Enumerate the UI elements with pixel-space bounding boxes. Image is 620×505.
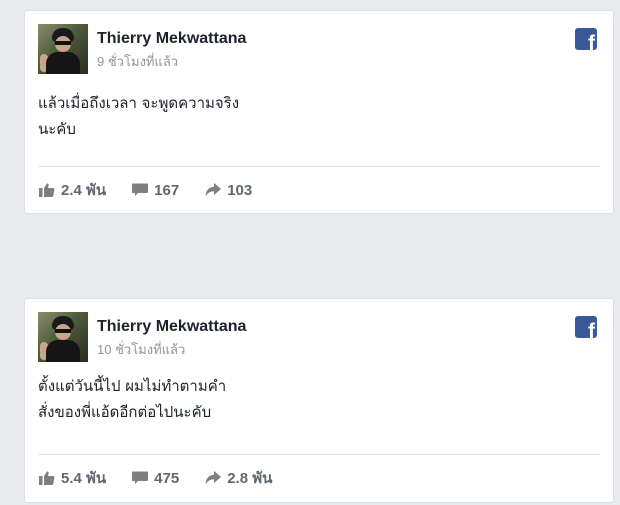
like-count: 5.4 พัน — [61, 470, 107, 487]
like-button[interactable]: 5.4 พัน — [39, 466, 106, 490]
comment-icon — [132, 183, 149, 196]
share-arrow-icon — [205, 471, 222, 485]
comment-button[interactable]: 167 — [132, 182, 179, 199]
post-text-line: แล้วเมื่อถึงเวลา จะพูดความจริง — [38, 94, 240, 112]
post-card: Thierry Mekwattana 9 ชั่วโมงที่แล้ว f แล… — [24, 10, 614, 214]
share-button[interactable]: 2.8 พัน — [205, 466, 272, 490]
like-count: 2.4 พัน — [61, 182, 107, 199]
post-actions: 5.4 พัน 475 2.8 พัน — [39, 466, 298, 490]
post-actions: 2.4 พัน 167 103 — [39, 178, 278, 202]
post-text-line: ตั้งแต่วันนี้ไป ผมไม่ทำตามคำ — [38, 377, 227, 395]
thumbs-up-icon — [39, 471, 55, 485]
author-name[interactable]: Thierry Mekwattana — [97, 318, 246, 336]
divider — [38, 166, 600, 167]
avatar-body — [46, 340, 80, 362]
thumbs-up-icon — [39, 183, 55, 197]
author-name[interactable]: Thierry Mekwattana — [97, 30, 246, 48]
post-timestamp[interactable]: 9 ชั่วโมงที่แล้ว — [97, 51, 178, 72]
post-timestamp[interactable]: 10 ชั่วโมงที่แล้ว — [97, 339, 185, 360]
facebook-logo-icon[interactable]: f — [575, 28, 597, 50]
facebook-logo-icon[interactable]: f — [575, 316, 597, 338]
avatar-body — [46, 52, 80, 74]
comment-button[interactable]: 475 — [132, 470, 179, 487]
avatar-sunglasses — [55, 329, 71, 333]
share-count: 103 — [227, 181, 253, 199]
post-text-line: นะคับ — [38, 120, 76, 138]
comment-count: 167 — [154, 181, 180, 199]
comment-count: 475 — [154, 469, 180, 487]
divider — [38, 454, 600, 455]
avatar-sunglasses — [55, 41, 71, 45]
post-text: แล้วเมื่อถึงเวลา จะพูดความจริง นะคับ — [38, 90, 598, 142]
post-text: ตั้งแต่วันนี้ไป ผมไม่ทำตามคำ สั่งของพี่แ… — [38, 373, 598, 425]
share-count: 2.8 พัน — [227, 470, 273, 487]
comment-icon — [132, 471, 149, 484]
post-text-line: สั่งของพี่แอ้ดอีกต่อไปนะคับ — [38, 403, 212, 421]
avatar[interactable] — [38, 24, 88, 74]
post-card: Thierry Mekwattana 10 ชั่วโมงที่แล้ว f ต… — [24, 298, 614, 503]
like-button[interactable]: 2.4 พัน — [39, 178, 106, 202]
avatar[interactable] — [38, 312, 88, 362]
share-arrow-icon — [205, 183, 222, 197]
share-button[interactable]: 103 — [205, 182, 252, 199]
